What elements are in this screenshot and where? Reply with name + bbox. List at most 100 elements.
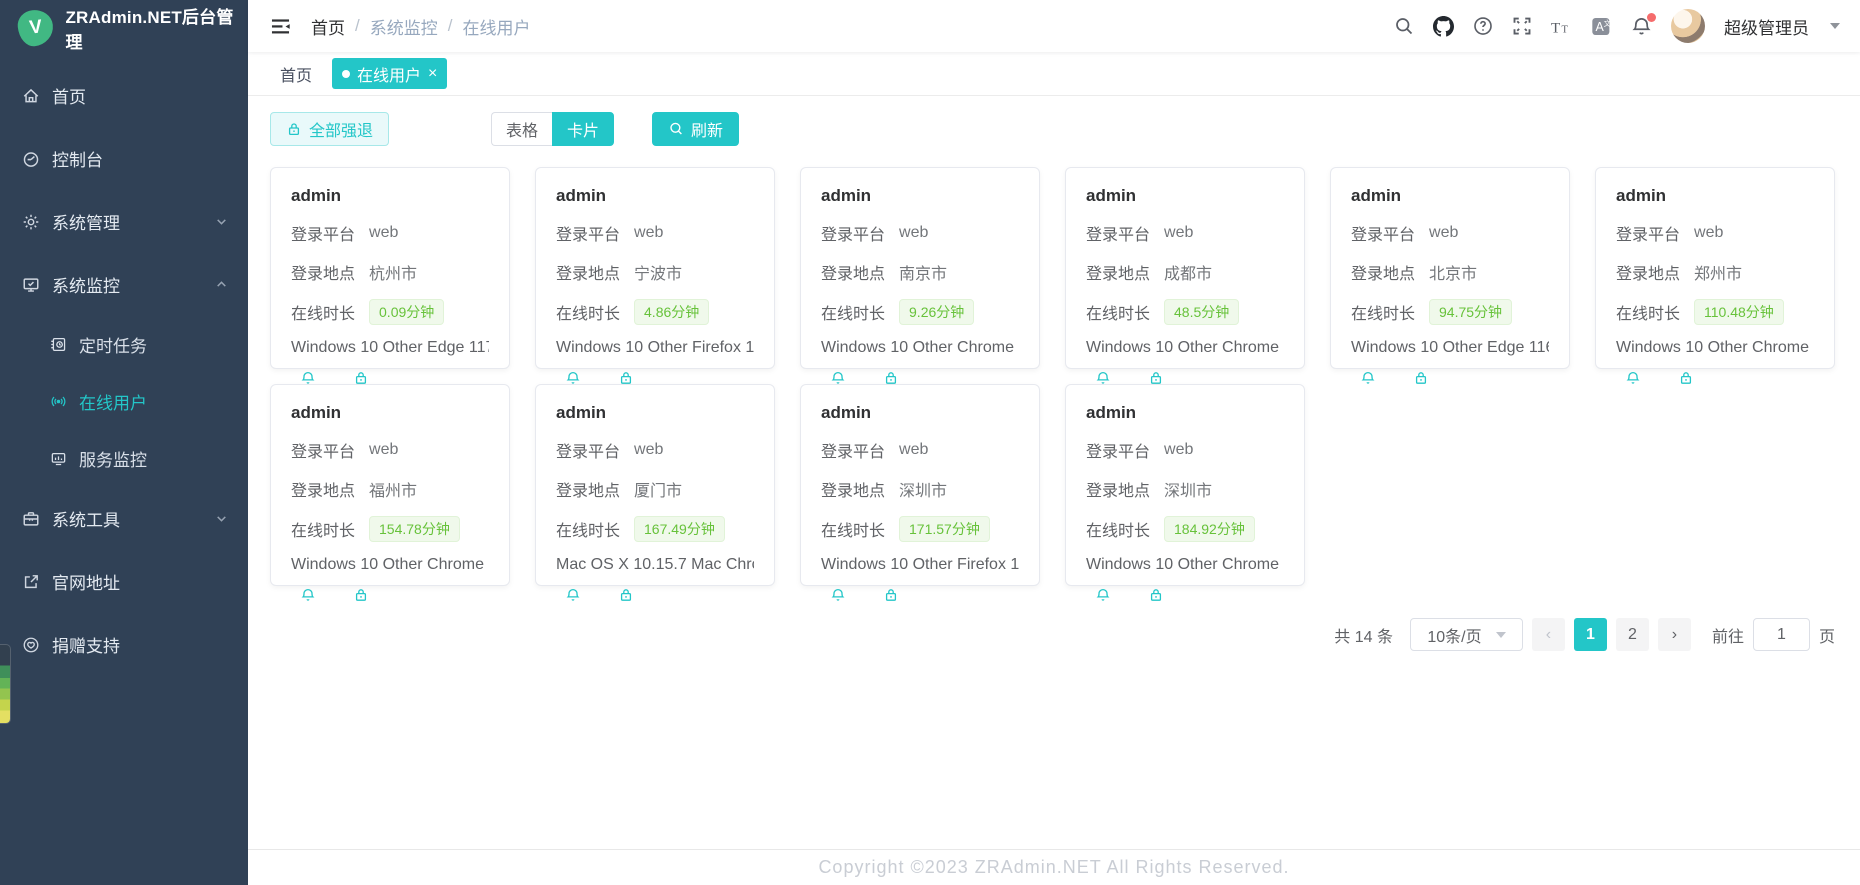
help-icon[interactable] [1473,16,1493,36]
card-actions [1351,370,1549,386]
message-bell-icon[interactable] [1095,587,1111,603]
card-actions [1616,370,1814,386]
platform-label: 登录平台 [1086,438,1150,462]
force-logout-all-label: 全部强退 [309,117,373,141]
view-table-button[interactable]: 表格 [491,112,552,146]
sidebar-item-system-admin[interactable]: 系统管理 [0,190,248,253]
card-user-name: admin [1086,186,1284,206]
font-size-icon[interactable]: TT [1551,16,1572,37]
breadcrumb: 首页 / 系统监控 / 在线用户 [311,14,530,39]
tab-active-dot-icon [342,70,350,78]
sidebar-item-label: 控制台 [52,146,228,171]
user-card: admin 登录平台 web 登录地点 杭州市 在线时长 0.09分钟 Wind… [270,167,510,369]
tabs-bar: 首页 在线用户 × [248,52,1860,96]
message-bell-icon[interactable] [830,587,846,603]
chevron-down-icon [1496,632,1506,638]
user-card: admin 登录平台 web 登录地点 南京市 在线时长 9.26分钟 Wind… [800,167,1040,369]
external-link-icon [22,573,40,591]
pagination-total: 共 14 条 [1334,623,1393,647]
location-value: 福州市 [369,477,417,501]
force-logout-icon[interactable] [1678,370,1694,386]
card-user-name: admin [1351,186,1549,206]
goto-page-input[interactable] [1753,618,1810,651]
force-logout-icon[interactable] [618,587,634,603]
platform-label: 登录平台 [291,438,355,462]
sidebar-item-label: 系统管理 [52,209,203,234]
card-user-name: admin [556,186,754,206]
next-page-button[interactable]: › [1658,618,1691,651]
force-logout-icon[interactable] [883,587,899,603]
user-card: admin 登录平台 web 登录地点 福州市 在线时长 154.78分钟 Wi… [270,384,510,586]
prev-page-button[interactable]: ‹ [1532,618,1565,651]
user-name[interactable]: 超级管理员 [1724,14,1809,39]
location-value: 成都市 [1164,260,1212,284]
goto-label: 前往 [1712,623,1744,647]
page-button-2[interactable]: 2 [1616,618,1649,651]
duration-label: 在线时长 [821,517,885,541]
sidebar-item-label: 系统监控 [52,272,203,297]
message-bell-icon[interactable] [1625,370,1641,386]
duration-label: 在线时长 [556,300,620,324]
location-value: 北京市 [1429,260,1477,284]
sidebar-item-home[interactable]: 首页 [0,64,248,127]
platform-label: 登录平台 [556,221,620,245]
sidebar-item-system-monitor[interactable]: 系统监控 [0,253,248,316]
tab-online-users[interactable]: 在线用户 × [332,58,447,89]
user-card-grid: admin 登录平台 web 登录地点 杭州市 在线时长 0.09分钟 Wind… [270,167,1835,586]
breadcrumb-separator: / [355,16,360,36]
sidebar-item-console[interactable]: 控制台 [0,127,248,190]
sidebar-item-label: 捐赠支持 [52,632,228,657]
force-logout-icon[interactable] [1413,370,1429,386]
sidebar-item-donate[interactable]: 捐赠支持 [0,613,248,676]
sidebar-item-label: 在线用户 [79,389,228,414]
page-size-select[interactable]: 10条/页 [1410,618,1523,651]
main-area: 首页 / 系统监控 / 在线用户 TT A文 [248,0,1860,885]
sidebar-submenu-monitor: 定时任务 在线用户 服务监控 [0,316,248,487]
tab-home[interactable]: 首页 [270,57,322,91]
platform-value: web [1164,441,1193,459]
chevron-down-icon[interactable] [1830,23,1840,29]
view-card-button[interactable]: 卡片 [552,112,614,146]
header-actions: TT A文 超级管理员 [1394,9,1840,43]
sidebar-item-online-users[interactable]: 在线用户 [0,373,248,430]
force-logout-icon[interactable] [1148,587,1164,603]
tab-label: 在线用户 [357,62,421,86]
sidebar-item-system-tools[interactable]: 系统工具 [0,487,248,550]
translate-icon[interactable]: A文 [1591,16,1612,37]
breadcrumb-system-monitor[interactable]: 系统监控 [370,14,438,39]
user-card: admin 登录平台 web 登录地点 北京市 在线时长 94.75分钟 Win… [1330,167,1570,369]
duration-badge: 4.86分钟 [634,299,709,325]
page-size-value: 10条/页 [1427,623,1481,647]
search-icon[interactable] [1394,16,1414,36]
left-edge-drag-widget[interactable] [0,644,11,724]
github-icon[interactable] [1433,16,1454,37]
logo-icon: V [16,8,55,48]
message-bell-icon[interactable] [1360,370,1376,386]
card-actions [291,587,489,603]
message-bell-icon[interactable] [300,587,316,603]
avatar[interactable] [1671,9,1705,43]
platform-label: 登录平台 [291,221,355,245]
os-browser-text: Windows 10 Other Chrome 116.... [291,556,489,574]
notification-bell-icon[interactable] [1631,16,1652,37]
menu-fold-icon[interactable] [270,16,291,37]
goto-unit: 页 [1819,623,1835,647]
sidebar-item-official-site[interactable]: 官网地址 [0,550,248,613]
sidebar-item-service-monitor[interactable]: 服务监控 [0,430,248,487]
refresh-button[interactable]: 刷新 [652,112,739,146]
chevron-down-icon [215,215,228,228]
duration-badge: 184.92分钟 [1164,516,1255,542]
sidebar-item-scheduled-tasks[interactable]: 定时任务 [0,316,248,373]
page-button-1[interactable]: 1 [1574,618,1607,651]
force-logout-all-button[interactable]: 全部强退 [270,112,389,146]
svg-text:T: T [1551,19,1560,36]
chevron-up-icon [215,278,228,291]
duration-label: 在线时长 [1616,300,1680,324]
breadcrumb-home[interactable]: 首页 [311,14,345,39]
force-logout-icon[interactable] [353,587,369,603]
fullscreen-icon[interactable] [1512,16,1532,36]
sidebar-item-label: 服务监控 [79,446,228,471]
app-logo[interactable]: V ZRAdmin.NET后台管理 [0,0,248,56]
message-bell-icon[interactable] [565,587,581,603]
tab-close-icon[interactable]: × [428,66,437,82]
